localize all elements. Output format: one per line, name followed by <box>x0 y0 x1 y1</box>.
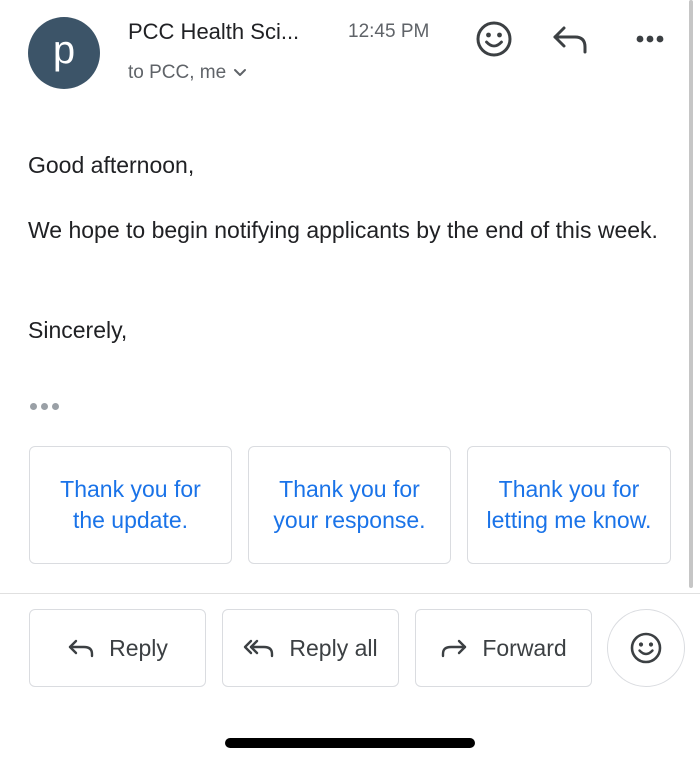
message-greeting: Good afternoon, <box>28 152 195 178</box>
scrollbar[interactable] <box>689 0 693 588</box>
sender-name[interactable]: PCC Health Sci... <box>128 19 299 45</box>
message-time: 12:45 PM <box>348 21 430 42</box>
more-options-icon[interactable] <box>630 24 670 54</box>
dot-icon <box>41 402 48 410</box>
message-paragraph: We hope to begin notifying applicants by… <box>28 217 658 243</box>
reply-icon[interactable] <box>551 22 589 56</box>
avatar-letter: p <box>52 28 76 72</box>
home-indicator[interactable] <box>225 738 475 748</box>
dot-icon <box>52 402 59 410</box>
add-emoji-reaction-icon[interactable] <box>475 20 513 58</box>
sender-avatar[interactable]: p <box>28 17 100 89</box>
smiley-icon <box>629 631 663 665</box>
show-trimmed-content-button[interactable] <box>30 398 66 414</box>
recipients-toggle[interactable]: to PCC, me <box>128 62 247 84</box>
smart-reply-button[interactable]: Thank you for the update. <box>29 446 232 564</box>
reply-label: Reply <box>109 634 168 661</box>
reply-icon <box>67 637 95 659</box>
recipients-text: to PCC, me <box>128 62 227 83</box>
reply-all-icon <box>243 637 275 659</box>
emoji-reaction-button[interactable] <box>607 609 685 687</box>
chevron-down-icon <box>233 68 247 78</box>
reply-all-button[interactable]: Reply all <box>222 609 399 687</box>
forward-label: Forward <box>482 634 567 661</box>
smart-reply-button[interactable]: Thank you for your response. <box>248 446 451 564</box>
reply-button[interactable]: Reply <box>29 609 206 687</box>
smart-reply-button[interactable]: Thank you for letting me know. <box>467 446 671 564</box>
dot-icon <box>30 402 37 410</box>
message-closing: Sincerely, <box>28 317 128 343</box>
divider <box>0 593 700 594</box>
forward-button[interactable]: Forward <box>415 609 592 687</box>
forward-icon <box>440 637 468 659</box>
reply-all-label: Reply all <box>289 634 378 661</box>
